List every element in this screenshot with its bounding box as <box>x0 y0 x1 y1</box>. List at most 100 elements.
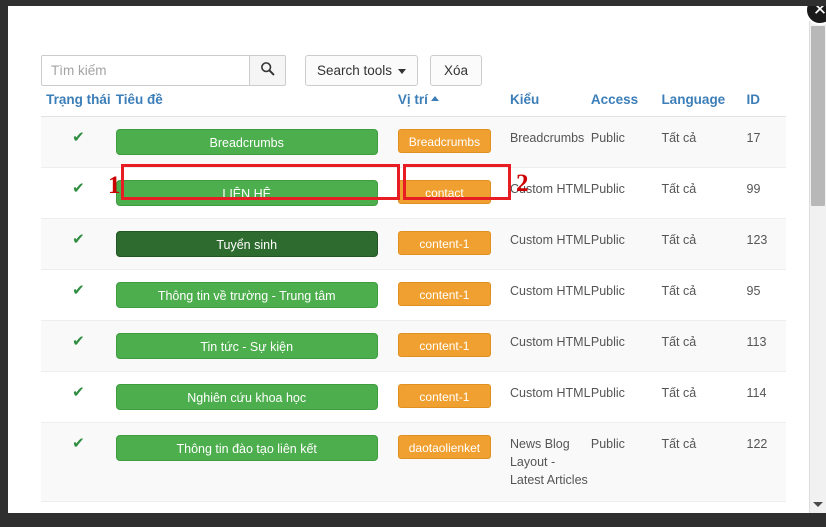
cell-access: Public <box>590 371 662 423</box>
check-icon[interactable]: ✔ <box>72 334 85 349</box>
cell-title: Tuyển sinh <box>115 218 398 270</box>
cell-status[interactable]: ✔ <box>41 167 116 219</box>
cell-status[interactable]: ✔ <box>41 320 116 372</box>
search-input[interactable] <box>41 55 249 86</box>
page-canvas: Search tools Xóa Trạng thái Tiêu đề <box>8 6 826 513</box>
table-row: ✔ Nghiên cứu khoa học content-1 Custom HTML… <box>41 371 786 423</box>
search-tools-button[interactable]: Search tools <box>305 55 419 86</box>
sort-ascending-icon <box>430 96 439 101</box>
title-pill[interactable]: Tuyển sinh <box>115 231 378 257</box>
cell-id: 122 <box>746 422 786 503</box>
cell-status[interactable]: ✔ <box>41 116 116 168</box>
cell-id: 114 <box>746 371 786 423</box>
scrollbar-down-button[interactable] <box>810 496 826 513</box>
search-button[interactable] <box>249 55 286 86</box>
cell-status[interactable]: ✔ <box>41 218 116 270</box>
cell-type: News Blog Layout - Latest Articles <box>509 422 591 503</box>
column-header-language-label: Language <box>661 92 726 107</box>
check-icon[interactable]: ✔ <box>72 232 85 247</box>
column-header-id[interactable]: ID <box>746 92 786 117</box>
cell-type: Custom HTML <box>509 320 591 372</box>
table-header: Trạng thái Tiêu đề Vị trí Kiểu Access La… <box>41 92 786 117</box>
cell-position: contact <box>397 167 510 219</box>
clear-label: Xóa <box>444 63 469 78</box>
title-pill[interactable]: Thông tin đào tạo liên kết <box>115 435 378 461</box>
title-pill[interactable]: Breadcrumbs <box>115 129 378 155</box>
cell-id: 17 <box>746 116 786 168</box>
cell-access: Public <box>590 167 662 219</box>
search-icon <box>260 61 275 81</box>
title-pill[interactable]: LIÊN HỆ <box>115 180 378 206</box>
cell-title: Thông tin về trường - Trung tâm <box>115 269 398 321</box>
column-header-language[interactable]: Language <box>661 92 747 117</box>
check-icon[interactable]: ✔ <box>72 436 85 451</box>
title-pill[interactable]: Thông tin về trường - Trung tâm <box>115 282 378 308</box>
vertical-scrollbar[interactable] <box>809 6 826 513</box>
cell-status[interactable]: ✔ <box>41 422 116 503</box>
cell-type: Custom HTML <box>509 371 591 423</box>
scrollbar-thumb[interactable] <box>811 26 825 206</box>
cell-id: 99 <box>746 167 786 219</box>
check-icon[interactable]: ✔ <box>72 130 85 145</box>
column-header-title[interactable]: Tiêu đề <box>115 92 398 117</box>
position-pill[interactable]: content-1 <box>397 384 491 408</box>
position-pill[interactable]: contact <box>397 180 491 204</box>
title-pill[interactable]: Tin tức - Sự kiện <box>115 333 378 359</box>
column-header-access-label: Access <box>590 92 639 107</box>
table-row: ✔ Tuyển sinh content-1 Custom HTML Public Tất… <box>41 218 786 270</box>
table-body: ✔ Breadcrumbs Breadcrumbs Breadcrumbs Public… <box>41 116 786 503</box>
check-icon[interactable]: ✔ <box>72 385 85 400</box>
cell-position: content-1 <box>397 320 510 372</box>
cell-title: LIÊN HỆ <box>115 167 398 219</box>
table-header-row: Trạng thái Tiêu đề Vị trí Kiểu Access La… <box>41 92 786 117</box>
cell-language: Tất cả <box>661 269 747 321</box>
cell-id: 123 <box>746 218 786 270</box>
cell-id: 95 <box>746 269 786 321</box>
column-header-status-label: Trạng thái <box>46 92 111 107</box>
cell-language: Tất cả <box>661 167 747 219</box>
check-icon[interactable]: ✔ <box>72 181 85 196</box>
cell-position: Breadcrumbs <box>397 116 510 168</box>
table-row: ✔ Thông tin về trường - Trung tâm content-… <box>41 269 786 321</box>
cell-access: Public <box>590 422 662 503</box>
cell-status[interactable]: ✔ <box>41 371 116 423</box>
column-header-position-label: Vị trí <box>397 92 428 107</box>
cell-type: Breadcrumbs <box>509 116 591 168</box>
title-pill[interactable]: Nghiên cứu khoa học <box>115 384 378 410</box>
page-content: Search tools Xóa Trạng thái Tiêu đề <box>8 6 808 513</box>
position-pill[interactable]: daotaolienket <box>397 435 491 459</box>
cell-language: Tất cả <box>661 422 747 503</box>
cell-language: Tất cả <box>661 320 747 372</box>
cell-title: Thông tin đào tạo liên kết <box>115 422 398 503</box>
cell-access: Public <box>590 116 662 168</box>
cell-type: Custom HTML <box>509 218 591 270</box>
cell-position: daotaolienket <box>397 422 510 503</box>
check-icon[interactable]: ✔ <box>72 283 85 298</box>
clear-button[interactable]: Xóa <box>430 55 483 86</box>
cell-language: Tất cả <box>661 218 747 270</box>
position-pill[interactable]: Breadcrumbs <box>397 129 491 153</box>
cell-access: Public <box>590 320 662 372</box>
cell-language: Tất cả <box>661 371 747 423</box>
column-header-title-label: Tiêu đề <box>115 92 163 107</box>
cell-position: content-1 <box>397 371 510 423</box>
search-tools-label: Search tools <box>317 63 393 78</box>
position-pill[interactable]: content-1 <box>397 282 491 306</box>
cell-status[interactable]: ✔ <box>41 269 116 321</box>
column-header-position[interactable]: Vị trí <box>397 92 510 117</box>
cell-title: Nghiên cứu khoa học <box>115 371 398 423</box>
column-header-status[interactable]: Trạng thái <box>41 92 116 117</box>
position-pill[interactable]: content-1 <box>397 333 491 357</box>
search-toolbar: Search tools Xóa <box>41 55 483 86</box>
cell-position: content-1 <box>397 218 510 270</box>
cell-id: 113 <box>746 320 786 372</box>
position-pill[interactable]: content-1 <box>397 231 491 255</box>
cell-access: Public <box>590 269 662 321</box>
table-row: ✔ LIÊN HỆ contact Custom HTML Public Tất cả 99 <box>41 167 786 219</box>
column-header-type[interactable]: Kiểu <box>509 92 591 117</box>
modules-table: Trạng thái Tiêu đề Vị trí Kiểu Access La… <box>41 92 786 503</box>
column-header-type-label: Kiểu <box>509 92 540 107</box>
table-row: ✔ Tin tức - Sự kiện content-1 Custom HTML Pu… <box>41 320 786 372</box>
cell-type: Custom HTML <box>509 269 591 321</box>
column-header-access[interactable]: Access <box>590 92 662 117</box>
